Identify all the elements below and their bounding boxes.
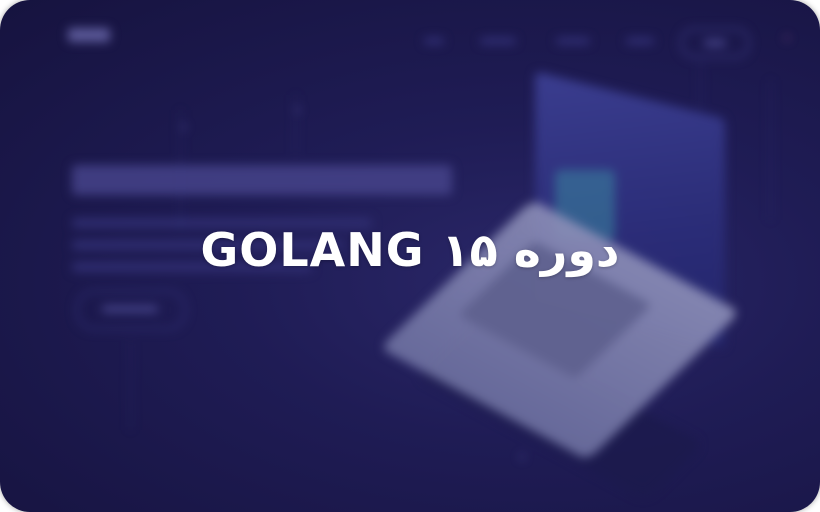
decor-dot (296, 108, 300, 112)
blurred-headline (72, 165, 452, 195)
decor-line (295, 95, 296, 155)
decor-dot (520, 455, 524, 459)
blurred-nav-link (626, 38, 654, 44)
blurred-logo (68, 28, 110, 42)
decor-line (130, 340, 131, 430)
decor-line (180, 110, 181, 230)
course-banner: GOLANG ۱۵ دوره (0, 0, 820, 512)
blurred-nav-link (556, 38, 590, 44)
decor-line (700, 60, 701, 110)
blurred-nav-button (680, 28, 750, 58)
course-title: GOLANG ۱۵ دوره (200, 223, 620, 277)
blurred-nav-link (480, 38, 516, 44)
decor-dot (182, 125, 186, 129)
blurred-nav-link (424, 38, 444, 44)
decor-line (770, 80, 771, 220)
decor-dot (785, 36, 789, 40)
blurred-cta-button (76, 290, 186, 330)
